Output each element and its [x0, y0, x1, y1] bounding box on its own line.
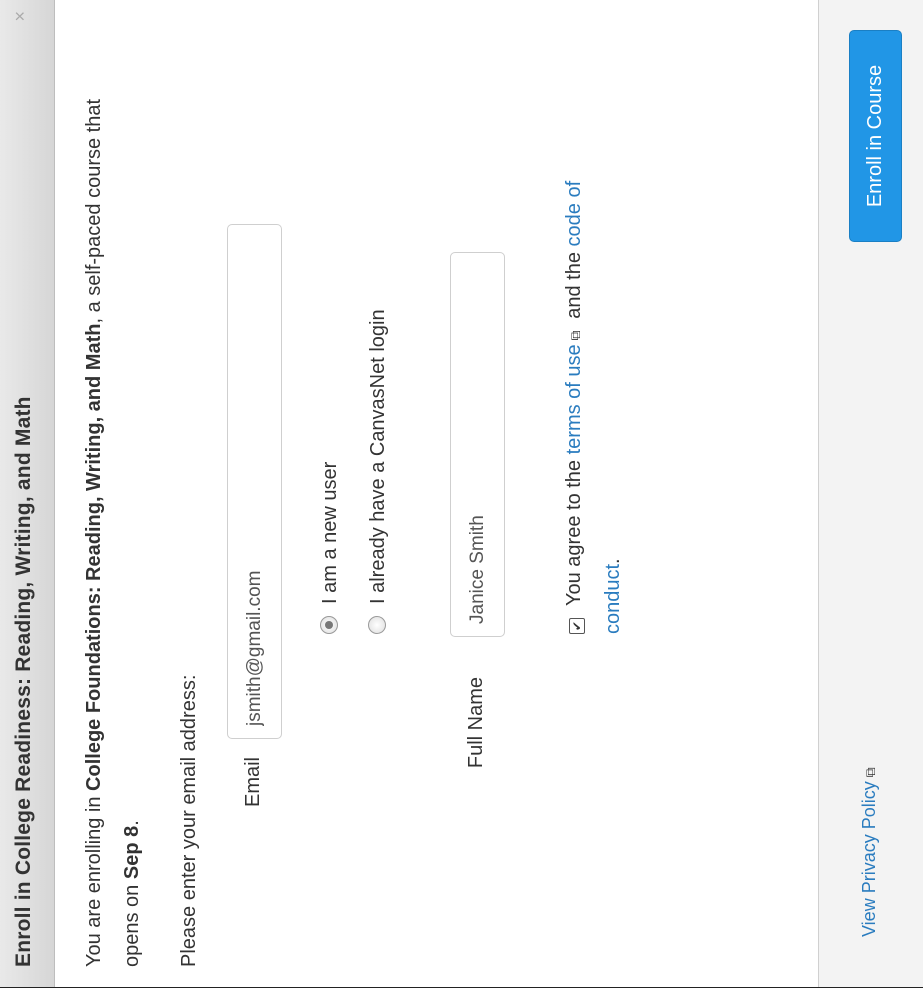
agree-prefix: You agree to the — [563, 454, 585, 606]
agree-checkbox[interactable]: ✔ — [569, 618, 585, 634]
intro-prefix: You are enrolling in — [83, 790, 105, 968]
radio-existing-user-label: I already have a CanvasNet login — [367, 309, 389, 604]
intro-suffix: . — [121, 820, 143, 826]
email-prompt: Please enter your email address: — [178, 674, 200, 967]
dialog-footer: View Privacy Policy ⧉ Enroll in Course — [818, 0, 923, 987]
privacy-policy-label: View Privacy Policy — [859, 781, 879, 937]
radio-new-user[interactable]: I am a new user — [319, 462, 342, 634]
radio-existing-user[interactable]: I already have a CanvasNet login — [367, 309, 390, 634]
agree-middle: and the — [563, 246, 585, 325]
external-link-icon: ⧉ — [567, 330, 583, 341]
full-name-field[interactable] — [450, 252, 505, 637]
radio-new-user-button[interactable] — [320, 616, 338, 634]
radio-new-user-label: I am a new user — [319, 461, 341, 604]
open-date: Sep 8 — [121, 825, 143, 880]
agree-suffix: . — [602, 558, 624, 564]
radio-existing-user-button[interactable] — [368, 616, 386, 634]
enroll-button[interactable]: Enroll in Course — [849, 30, 902, 242]
email-field[interactable] — [227, 224, 282, 739]
privacy-policy-link[interactable]: View Privacy Policy ⧉ — [859, 761, 880, 937]
course-name: College Foundations: Reading, Writing, a… — [83, 323, 105, 791]
external-link-icon: ⧉ — [862, 767, 878, 778]
email-label: Email — [242, 757, 264, 808]
agree-terms: ✔You agree to the terms of use⧉ and the … — [555, 154, 632, 634]
terms-of-use-link[interactable]: terms of use — [563, 344, 585, 454]
full-name-label: Full Name — [465, 677, 487, 769]
enroll-intro: You are enrolling in College Foundations… — [75, 87, 151, 967]
dialog-title: Enroll in College Readiness: Reading, Wr… — [12, 396, 35, 967]
dialog-titlebar: Enroll in College Readiness: Reading, Wr… — [0, 0, 55, 987]
enroll-dialog: Enroll in College Readiness: Reading, Wr… — [0, 0, 923, 988]
close-icon[interactable]: × — [10, 11, 31, 22]
